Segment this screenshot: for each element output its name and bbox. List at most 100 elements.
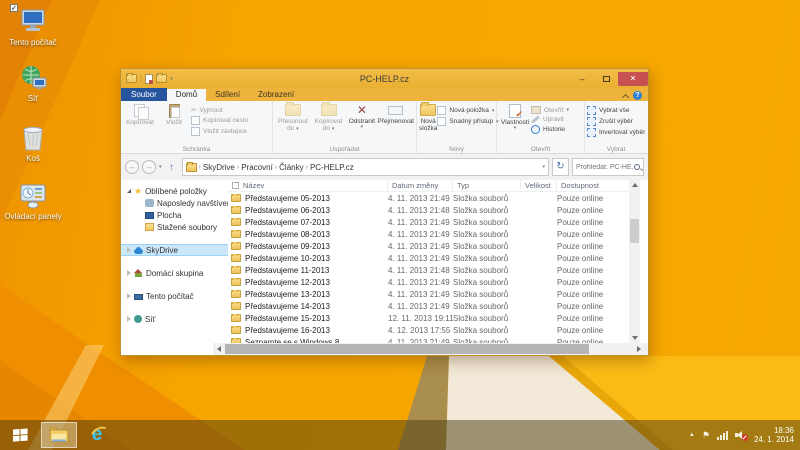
vertical-scroll-thumb[interactable] bbox=[630, 219, 639, 243]
scroll-up-icon[interactable] bbox=[629, 180, 640, 190]
tab-view[interactable]: Zobrazení bbox=[249, 89, 303, 101]
open-button[interactable]: Otevřít ▾ bbox=[531, 106, 569, 114]
file-row[interactable]: Představujeme 10-2013 4. 11. 2013 21:49 … bbox=[228, 252, 630, 264]
search-input[interactable] bbox=[576, 164, 634, 171]
forward-button[interactable]: → bbox=[142, 160, 156, 174]
file-row[interactable]: Představujeme 11-2013 4. 11. 2013 21:48 … bbox=[228, 264, 630, 276]
copy-button[interactable]: Kopírovat bbox=[123, 103, 157, 126]
invert-selection-button[interactable]: Invertovat výběr bbox=[587, 128, 645, 137]
sidebar-item-favorites[interactable]: ★ Oblíbené položky bbox=[121, 185, 228, 197]
collapse-ribbon-icon[interactable] bbox=[622, 93, 629, 100]
file-name-cell[interactable]: Představujeme 12-2013 bbox=[228, 278, 388, 287]
breadcrumb-clanky[interactable]: Články bbox=[279, 163, 303, 172]
delete-button[interactable]: ✕ Odstranit ▾ bbox=[346, 103, 377, 131]
paste-shortcut-button[interactable]: Vložit zástupce bbox=[191, 127, 248, 136]
select-all-button[interactable]: Vybrat vše bbox=[587, 106, 645, 115]
address-dropdown-icon[interactable]: ▾ bbox=[542, 164, 545, 170]
sidebar-item-network[interactable]: Síť bbox=[121, 313, 228, 325]
taskbar-file-explorer[interactable] bbox=[41, 422, 77, 448]
start-button[interactable] bbox=[0, 420, 40, 450]
close-button[interactable]: ✕ bbox=[618, 72, 648, 86]
file-name-cell[interactable]: Představujeme 06-2013 bbox=[228, 206, 388, 215]
expanded-caret-icon[interactable] bbox=[127, 189, 131, 193]
file-row[interactable]: Představujeme 16-2013 4. 12. 2013 17:55 … bbox=[228, 324, 630, 336]
breadcrumb-pchelp[interactable]: PC-HELP.cz bbox=[310, 163, 354, 172]
vertical-scrollbar[interactable] bbox=[629, 180, 640, 343]
desktop-icon-this-pc[interactable]: ✓ Tento počítač bbox=[2, 6, 64, 47]
sidebar-item-desktop[interactable]: Plocha bbox=[121, 209, 228, 221]
scroll-left-icon[interactable] bbox=[213, 346, 225, 352]
file-row[interactable]: Představujeme 08-2013 4. 11. 2013 21:49 … bbox=[228, 228, 630, 240]
copy-path-button[interactable]: Kopírovat cestu bbox=[191, 116, 248, 125]
network-signal-icon[interactable] bbox=[717, 431, 728, 440]
scroll-right-icon[interactable] bbox=[633, 346, 645, 352]
maximize-button[interactable] bbox=[594, 72, 618, 86]
new-folder-qat-icon[interactable] bbox=[156, 74, 167, 83]
file-name-cell[interactable]: Představujeme 11-2013 bbox=[228, 266, 388, 275]
file-row[interactable]: Představujeme 14-2013 4. 11. 2013 21:49 … bbox=[228, 300, 630, 312]
easy-access-button[interactable]: Snadný přístup ▾ bbox=[437, 117, 498, 126]
qat-dropdown-icon[interactable]: ▾ bbox=[170, 76, 173, 82]
file-row[interactable]: Představujeme 05-2013 4. 11. 2013 21:49 … bbox=[228, 192, 630, 204]
minimize-button[interactable]: – bbox=[570, 72, 594, 86]
selection-checkbox[interactable]: ✓ bbox=[10, 4, 18, 12]
breadcrumb-skydrive[interactable]: SkyDrive bbox=[203, 163, 235, 172]
search-box[interactable] bbox=[572, 158, 644, 176]
recent-locations-icon[interactable]: ▾ bbox=[159, 164, 162, 170]
file-name-cell[interactable]: Představujeme 16-2013 bbox=[228, 326, 388, 335]
sidebar-item-skydrive[interactable]: SkyDrive bbox=[121, 244, 228, 256]
up-button[interactable]: ↑ bbox=[165, 162, 179, 173]
tab-share[interactable]: Sdílení bbox=[206, 89, 249, 101]
collapsed-caret-icon[interactable] bbox=[127, 293, 131, 299]
tab-file[interactable]: Soubor bbox=[121, 88, 167, 101]
file-row[interactable]: Představujeme 09-2013 4. 11. 2013 21:49 … bbox=[228, 240, 630, 252]
address-box[interactable]: › SkyDrive › Pracovní › Články › PC-HELP… bbox=[182, 158, 549, 176]
back-button[interactable]: ← bbox=[125, 160, 139, 174]
file-name-cell[interactable]: Představujeme 15-2013 bbox=[228, 314, 388, 323]
select-all-checkbox[interactable] bbox=[232, 182, 239, 189]
refresh-button[interactable]: ↻ bbox=[552, 158, 569, 176]
breadcrumb-pracovni[interactable]: Pracovní bbox=[241, 163, 273, 172]
column-header-size[interactable]: Velikost bbox=[521, 180, 557, 191]
move-to-button[interactable]: Přesunout do ▾ bbox=[275, 103, 311, 133]
show-hidden-icons[interactable]: ▲ bbox=[689, 432, 695, 438]
properties-button[interactable]: Vlastnosti ▾ bbox=[499, 103, 531, 132]
column-header-availability[interactable]: Dostupnost bbox=[557, 180, 630, 191]
sidebar-item-recent-places[interactable]: Naposledy navštívené bbox=[121, 197, 228, 209]
file-row[interactable]: Seznamte se s Windows 8 4. 11. 2013 21:4… bbox=[228, 336, 630, 343]
desktop-icon-network[interactable]: Síť bbox=[2, 62, 64, 103]
collapsed-caret-icon[interactable] bbox=[127, 316, 131, 322]
file-row[interactable]: Představujeme 12-2013 4. 11. 2013 21:49 … bbox=[228, 276, 630, 288]
file-name-cell[interactable]: Představujeme 10-2013 bbox=[228, 254, 388, 263]
collapsed-caret-icon[interactable] bbox=[127, 247, 131, 253]
scroll-down-icon[interactable] bbox=[629, 333, 640, 343]
horizontal-scrollbar[interactable] bbox=[213, 343, 648, 355]
file-name-cell[interactable]: Představujeme 05-2013 bbox=[228, 194, 388, 203]
file-name-cell[interactable]: Představujeme 07-2013 bbox=[228, 218, 388, 227]
sidebar-item-downloads[interactable]: Stažené soubory bbox=[121, 221, 228, 233]
paste-button[interactable]: Vložit bbox=[157, 103, 191, 126]
title-bar[interactable]: | ▾ PC-HELP.cz – ✕ bbox=[121, 69, 648, 88]
column-header-type[interactable]: Typ bbox=[453, 180, 521, 191]
sidebar-item-homegroup[interactable]: Domácí skupina bbox=[121, 267, 228, 279]
taskbar-internet-explorer[interactable]: e bbox=[79, 422, 115, 448]
file-name-cell[interactable]: Představujeme 08-2013 bbox=[228, 230, 388, 239]
action-center-flag-icon[interactable]: ⚑ bbox=[702, 430, 710, 441]
cut-button[interactable]: ✂ Vyjmout bbox=[191, 106, 248, 114]
desktop-icon-recycle-bin[interactable]: Koš bbox=[2, 122, 64, 163]
volume-muted-icon[interactable] bbox=[735, 430, 747, 440]
column-header-date[interactable]: Datum změny bbox=[388, 180, 453, 191]
file-name-cell[interactable]: Představujeme 14-2013 bbox=[228, 302, 388, 311]
new-item-button[interactable]: Nová položka ▾ bbox=[437, 106, 498, 115]
column-header-name[interactable]: Název bbox=[228, 180, 388, 191]
rename-button[interactable]: Přejmenovat bbox=[377, 103, 414, 125]
sidebar-item-this-pc[interactable]: Tento počítač bbox=[121, 290, 228, 302]
history-button[interactable]: Historie bbox=[531, 125, 569, 134]
copy-to-button[interactable]: Kopírovat do ▾ bbox=[311, 103, 347, 133]
taskbar-clock[interactable]: 18:36 24. 1. 2014 bbox=[754, 426, 794, 445]
file-row[interactable]: Představujeme 15-2013 12. 11. 2013 19:11… bbox=[228, 312, 630, 324]
search-icon[interactable] bbox=[634, 164, 640, 170]
file-row[interactable]: Představujeme 13-2013 4. 11. 2013 21:49 … bbox=[228, 288, 630, 300]
edit-button[interactable]: Upravit bbox=[531, 116, 569, 123]
file-name-cell[interactable]: Představujeme 09-2013 bbox=[228, 242, 388, 251]
